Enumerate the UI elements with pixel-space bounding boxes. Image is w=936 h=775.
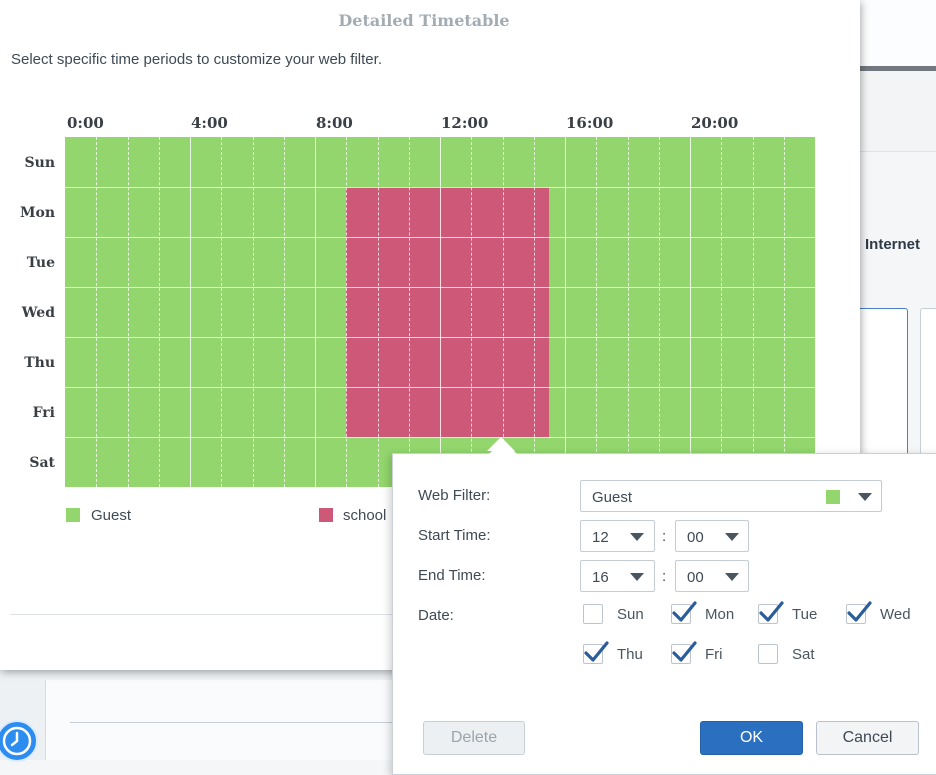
dialog-title: Detailed Timetable xyxy=(338,11,510,30)
grid-hour-line xyxy=(377,137,379,487)
end-minute-select[interactable]: 00 xyxy=(675,560,749,592)
day-label-mon: Mon xyxy=(19,205,55,221)
time-separator: : xyxy=(662,528,667,545)
grid-hour-line xyxy=(690,137,691,487)
checkbox-sun[interactable] xyxy=(583,604,603,624)
dialog-description: Select specific time periods to customiz… xyxy=(11,51,382,68)
day-label-thu: Thu xyxy=(24,355,55,371)
grid-hour-line xyxy=(252,137,254,487)
chevron-down-icon xyxy=(725,573,739,581)
chevron-down-icon xyxy=(630,573,644,581)
grid-hour-line xyxy=(408,137,410,487)
hour-label: 4:00 xyxy=(191,114,228,132)
grid-hour-line xyxy=(752,137,754,487)
grid-hour-line xyxy=(721,137,723,487)
day-label-sat: Sat xyxy=(29,455,55,471)
legend-label-guest: Guest xyxy=(91,507,132,524)
start-minute-select[interactable]: 00 xyxy=(675,520,749,552)
grid-hour-line xyxy=(96,137,98,487)
delete-button[interactable]: Delete xyxy=(423,721,525,755)
end-hour-value: 16 xyxy=(592,569,609,586)
checkbox-label-wed: Wed xyxy=(880,606,911,623)
checkbox-label-mon: Mon xyxy=(705,606,735,623)
checkbox-label-sat: Sat xyxy=(792,646,815,663)
background-panel xyxy=(860,71,936,152)
checkbox-thu[interactable] xyxy=(583,641,609,664)
hour-label: 16:00 xyxy=(566,114,614,132)
hour-label: 0:00 xyxy=(67,114,104,132)
legend-label-school: school xyxy=(343,507,387,524)
date-label: Date: xyxy=(418,607,454,624)
grid-hour-line xyxy=(502,137,504,487)
end-time-label: End Time: xyxy=(418,567,486,584)
day-label-tue: Tue xyxy=(26,255,55,271)
hour-label: 20:00 xyxy=(691,114,739,132)
grid-hour-line xyxy=(158,137,160,487)
chevron-down-icon xyxy=(630,533,644,541)
grid-hour-line xyxy=(221,137,223,487)
background-bottom-window xyxy=(45,680,406,760)
grid-hour-line xyxy=(283,137,285,487)
popup-pointer xyxy=(489,440,517,454)
checkbox-label-tue: Tue xyxy=(792,606,818,623)
grid-hour-line xyxy=(471,137,473,487)
grid-hour-line xyxy=(190,137,191,487)
checkmark-icon xyxy=(672,601,697,622)
checkbox-mon[interactable] xyxy=(671,601,697,624)
start-minute-value: 00 xyxy=(687,529,704,546)
grid-hour-line xyxy=(315,137,316,487)
background-card[interactable] xyxy=(920,308,936,470)
timetable-grid[interactable] xyxy=(65,137,815,487)
cancel-button[interactable]: Cancel xyxy=(816,721,919,755)
clock-icon[interactable] xyxy=(0,720,38,762)
grid-hour-line xyxy=(440,137,441,487)
hour-label: 12:00 xyxy=(441,114,489,132)
web-filter-value: Guest xyxy=(592,489,633,506)
end-minute-value: 00 xyxy=(687,569,704,586)
grid-hour-line xyxy=(127,137,129,487)
grid-hour-line xyxy=(346,137,348,487)
chevron-down-icon xyxy=(858,493,872,501)
checkbox-label-fri: Fri xyxy=(705,646,723,663)
checkbox-label-sun: Sun xyxy=(617,606,644,623)
checkbox-label-thu: Thu xyxy=(617,646,643,663)
grid-hour-line xyxy=(565,137,566,487)
start-hour-select[interactable]: 12 xyxy=(580,520,655,552)
start-hour-value: 12 xyxy=(592,529,609,546)
background-header xyxy=(860,0,936,66)
legend-swatch-guest xyxy=(66,508,80,522)
chevron-down-icon xyxy=(725,533,739,541)
background-internet-label: Internet xyxy=(865,236,921,253)
grid-hour-line xyxy=(783,137,785,487)
grid-hour-line xyxy=(596,137,598,487)
end-hour-select[interactable]: 16 xyxy=(580,560,655,592)
day-label-sun: Sun xyxy=(24,155,55,171)
day-label-fri: Fri xyxy=(32,405,55,421)
ok-button[interactable]: OK xyxy=(700,721,803,755)
checkbox-wed[interactable] xyxy=(846,601,872,624)
time-separator: : xyxy=(662,568,667,585)
hour-label: 8:00 xyxy=(316,114,353,132)
start-time-label: Start Time: xyxy=(418,527,491,544)
checkmark-icon xyxy=(672,641,697,662)
web-filter-color-swatch xyxy=(826,490,840,504)
checkbox-fri[interactable] xyxy=(671,641,697,664)
background-bottom-divider xyxy=(70,722,400,723)
checkmark-icon xyxy=(759,601,784,622)
school-time-block[interactable] xyxy=(346,187,549,437)
checkmark-icon xyxy=(847,601,872,622)
day-label-wed: Wed xyxy=(21,305,55,321)
legend-swatch-school xyxy=(319,508,333,522)
checkbox-tue[interactable] xyxy=(758,601,784,624)
grid-hour-line xyxy=(533,137,535,487)
web-filter-select[interactable]: Guest xyxy=(580,480,882,512)
grid-hour-line xyxy=(658,137,660,487)
grid-hour-line xyxy=(627,137,629,487)
checkbox-sat[interactable] xyxy=(758,644,778,664)
web-filter-label: Web Filter: xyxy=(418,487,491,504)
checkmark-icon xyxy=(584,641,609,662)
